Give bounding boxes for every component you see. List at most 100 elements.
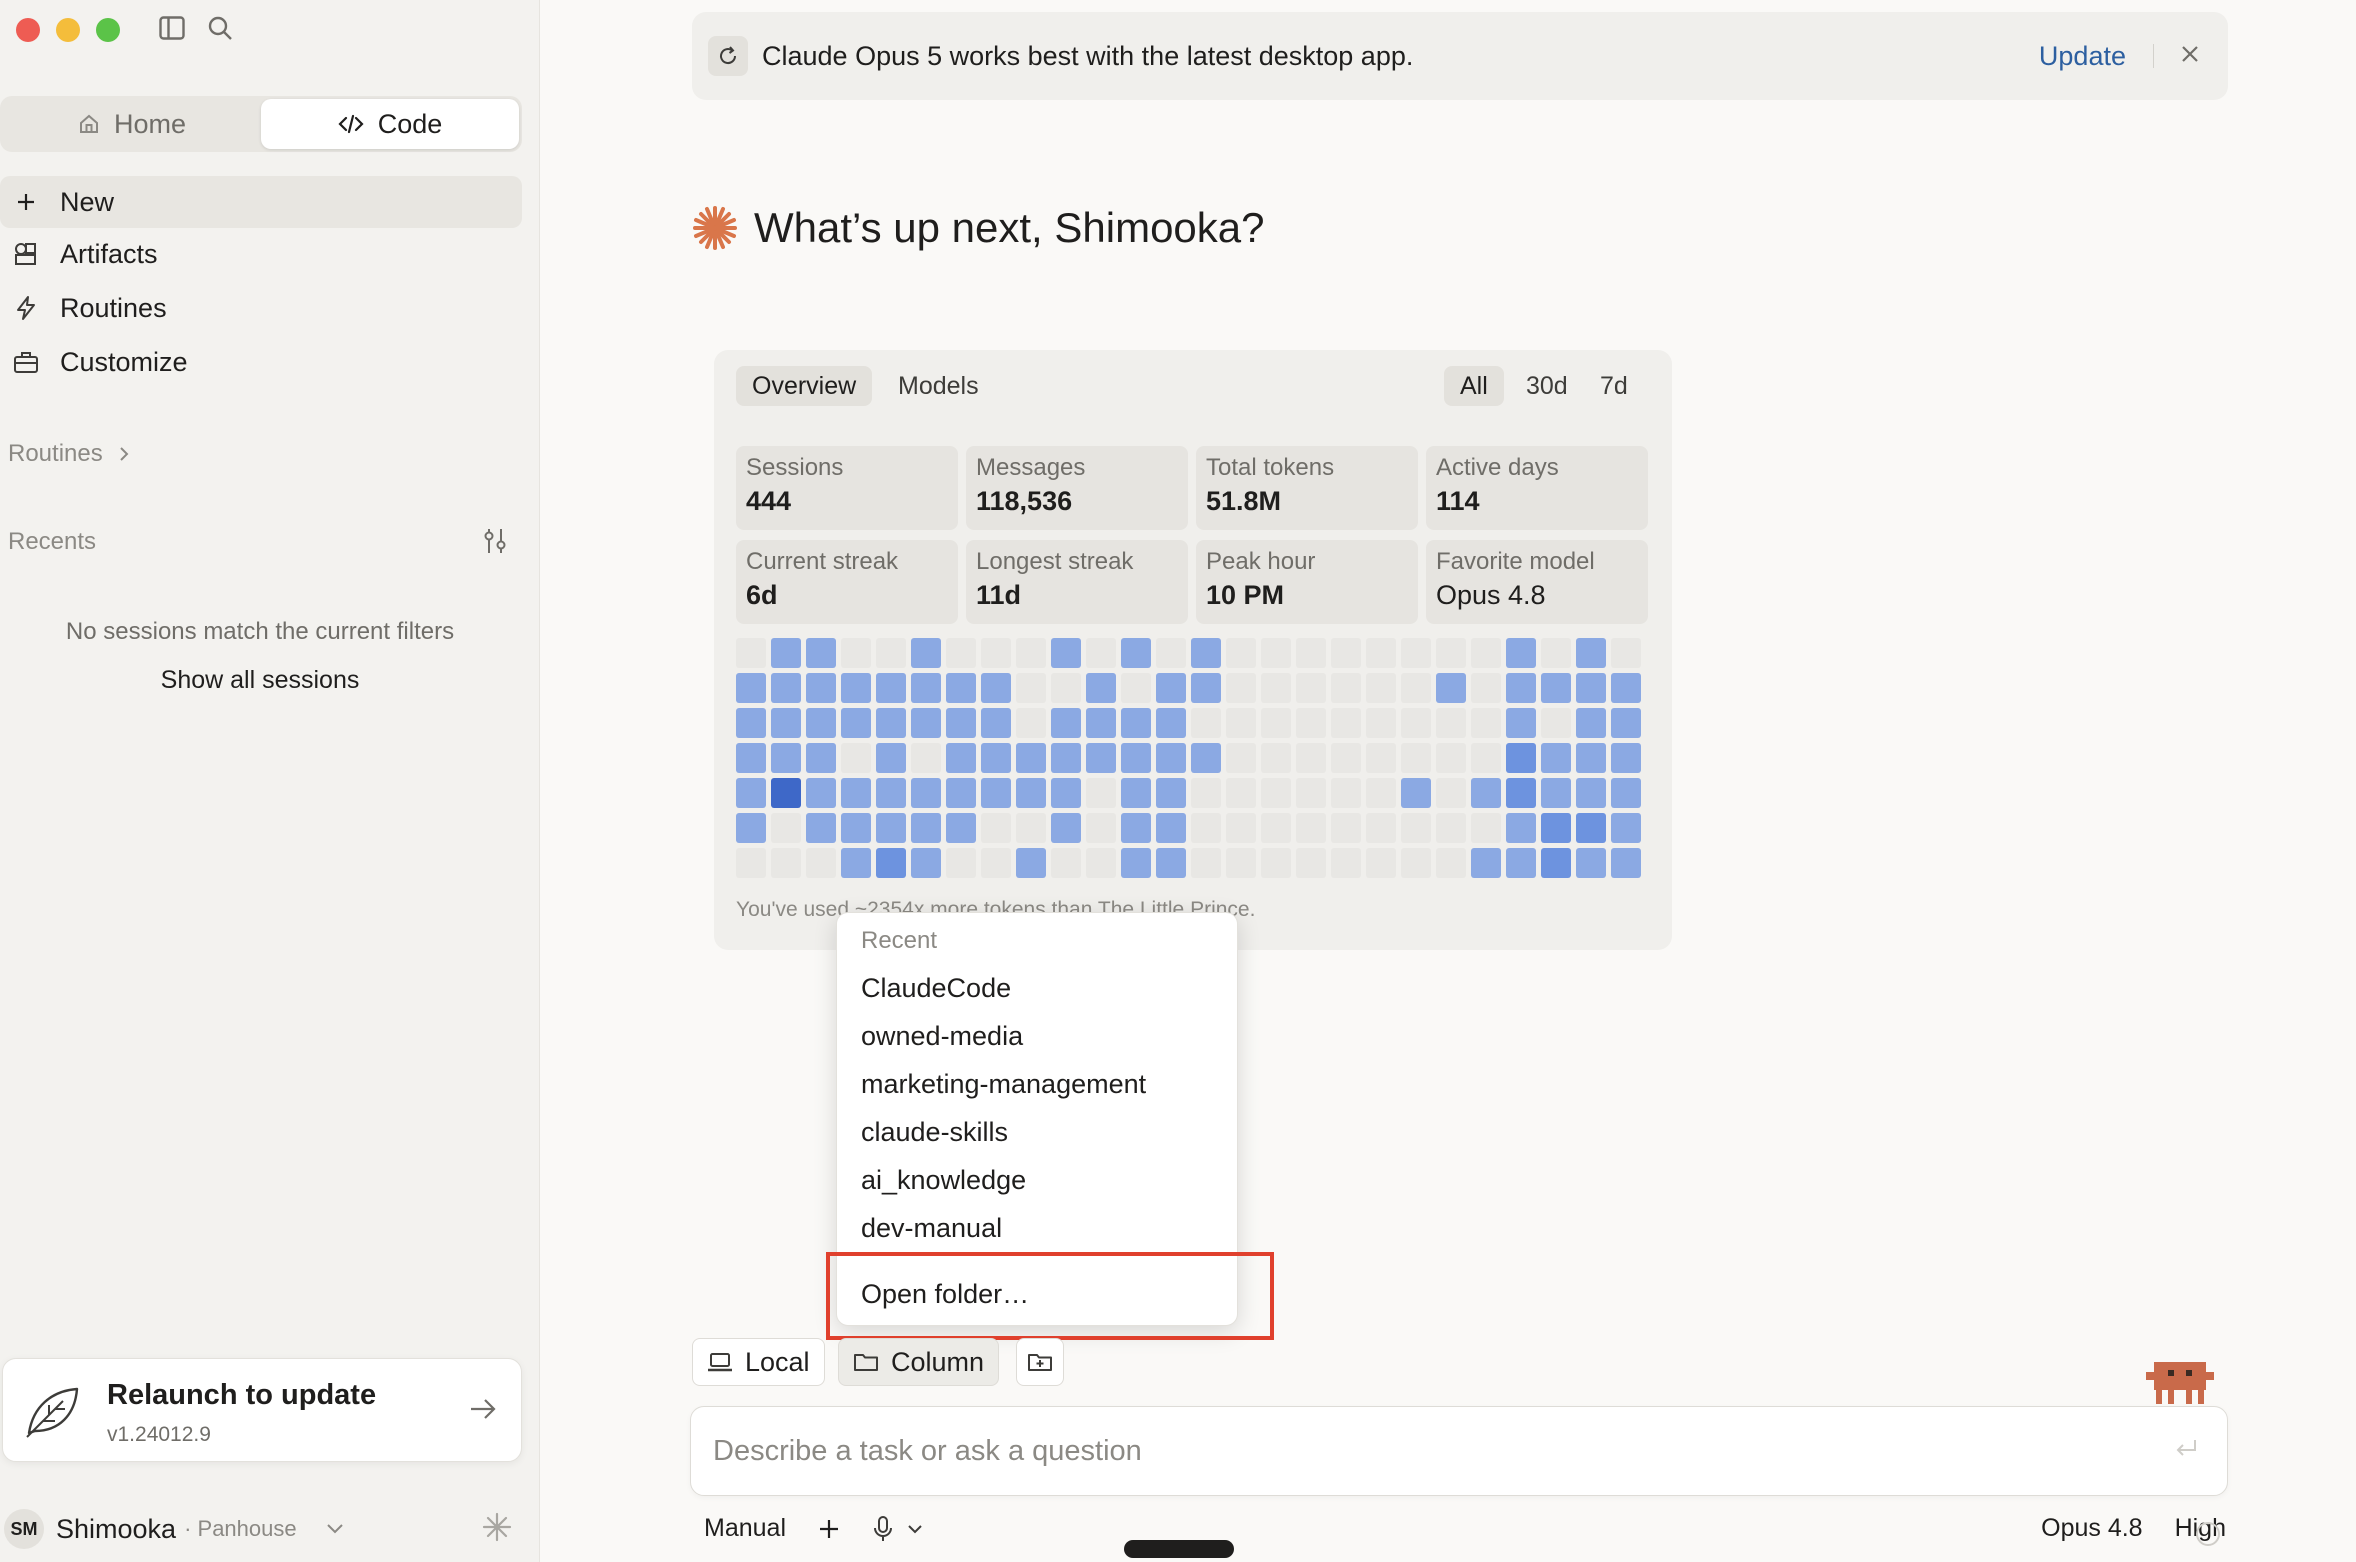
prompt-placeholder: Describe a task or ask a question <box>713 1435 1142 1467</box>
range-7d[interactable]: 7d <box>1584 366 1644 406</box>
heatmap-cell <box>806 743 836 773</box>
nav-artifacts[interactable]: Artifacts <box>0 228 522 280</box>
heatmap-cell <box>1331 708 1361 738</box>
recent-folder-item[interactable]: owned-media <box>861 1021 1023 1052</box>
heatmap-cell <box>1471 813 1501 843</box>
nav-customize[interactable]: Customize <box>0 336 522 388</box>
chevron-down-icon <box>326 1524 343 1534</box>
heatmap-cell <box>981 848 1011 878</box>
nav-routines[interactable]: Routines <box>0 282 522 334</box>
recent-folder-item[interactable]: dev-manual <box>861 1213 1002 1244</box>
prompt-composer[interactable]: Describe a task or ask a question <box>690 1406 2228 1496</box>
stat-value: 444 <box>746 486 792 516</box>
heatmap-cell <box>1226 708 1256 738</box>
heatmap-cell <box>806 848 836 878</box>
heatmap-cell <box>1541 743 1571 773</box>
heatmap-cell <box>1016 673 1046 703</box>
heatmap-cell <box>876 638 906 668</box>
folder-chip-label: Column <box>891 1346 985 1377</box>
mode-selector[interactable]: Manual <box>704 1514 786 1543</box>
folder-chip[interactable]: Column <box>838 1338 1000 1386</box>
minimize-window-button[interactable] <box>56 18 80 42</box>
heatmap-cell <box>1471 638 1501 668</box>
user-name: Shimooka <box>56 1513 177 1544</box>
stat-label: Total tokens <box>1206 454 1335 481</box>
heatmap-cell <box>1051 778 1081 808</box>
heatmap-cell <box>1506 778 1536 808</box>
range-all[interactable]: All <box>1444 366 1504 406</box>
recent-folder-item[interactable]: ClaudeCode <box>861 973 1011 1004</box>
close-window-button[interactable] <box>16 18 40 42</box>
heatmap-cell <box>1016 708 1046 738</box>
recent-folder-item[interactable]: marketing-management <box>861 1069 1146 1100</box>
voice-input-button[interactable] <box>872 1515 924 1543</box>
heatmap-cell <box>1541 813 1571 843</box>
stat-value: 118,536 <box>976 486 1073 516</box>
heatmap-cell <box>771 708 801 738</box>
sidebar-toggle-icon[interactable] <box>156 12 188 44</box>
local-chip[interactable]: Local <box>692 1338 825 1386</box>
stat-longest-streak: Longest streak 11d <box>966 540 1188 624</box>
add-folder-button[interactable] <box>1016 1338 1064 1386</box>
heatmap-cell <box>981 813 1011 843</box>
nav-new-label: New <box>60 186 115 217</box>
routines-section-header[interactable]: Routines <box>8 440 131 468</box>
relaunch-version: v1.24012.9 <box>107 1423 211 1446</box>
sparkle-icon[interactable] <box>482 1512 512 1542</box>
heatmap-cell <box>1261 813 1291 843</box>
show-all-sessions-link[interactable]: Show all sessions <box>0 666 520 695</box>
model-selector[interactable]: Opus 4.8 <box>2041 1514 2142 1543</box>
heatmap-cell <box>1191 848 1221 878</box>
tab-overview[interactable]: Overview <box>736 366 873 406</box>
recents-section-label: Recents <box>8 528 97 555</box>
heatmap-cell <box>1366 638 1396 668</box>
heatmap-cell <box>946 778 976 808</box>
maximize-window-button[interactable] <box>96 18 120 42</box>
heatmap-cell <box>841 778 871 808</box>
heatmap-cell <box>1051 848 1081 878</box>
heatmap-cell <box>981 673 1011 703</box>
relaunch-update-card[interactable]: Relaunch to update v1.24012.9 <box>2 1358 522 1462</box>
heatmap-cell <box>1261 673 1291 703</box>
tab-models[interactable]: Models <box>882 366 995 406</box>
heatmap-cell <box>1436 743 1466 773</box>
range-30d[interactable]: 30d <box>1510 366 1584 406</box>
plus-icon[interactable] <box>816 1516 842 1542</box>
search-icon[interactable] <box>204 12 236 44</box>
heatmap-cell <box>1611 673 1641 703</box>
close-icon[interactable] <box>2178 42 2202 66</box>
heatmap-cell <box>1541 848 1571 878</box>
tab-home[interactable]: Home <box>3 99 261 149</box>
heatmap-cell <box>1436 813 1466 843</box>
heatmap-cell <box>1331 673 1361 703</box>
heatmap-cell <box>841 673 871 703</box>
heatmap-cell <box>771 778 801 808</box>
heatmap-cell <box>1331 638 1361 668</box>
claude-spark-icon <box>693 206 737 250</box>
stat-value: 11d <box>976 580 1022 610</box>
heatmap-cell <box>1051 743 1081 773</box>
stat-label: Messages <box>976 454 1086 481</box>
heatmap-cell <box>806 638 836 668</box>
user-menu[interactable]: SM Shimooka · Panhouse <box>0 1508 520 1550</box>
filter-icon[interactable] <box>480 526 510 561</box>
recent-folder-item[interactable]: claude-skills <box>861 1117 1008 1148</box>
heatmap-cell <box>1506 708 1536 738</box>
enter-icon[interactable] <box>2173 1437 2199 1461</box>
update-link[interactable]: Update <box>2039 41 2126 72</box>
sidebar: Home Code New Artifacts Routines Customi… <box>0 0 540 1562</box>
heatmap-cell <box>1611 638 1641 668</box>
tab-code[interactable]: Code <box>261 99 519 149</box>
stat-total-tokens: Total tokens 51.8M <box>1196 446 1418 530</box>
heatmap-cell <box>1541 708 1571 738</box>
heatmap-cell <box>1156 673 1186 703</box>
recent-folder-item[interactable]: ai_knowledge <box>861 1165 1026 1196</box>
heatmap-cell <box>1296 673 1326 703</box>
stat-label: Sessions <box>746 454 844 481</box>
nav-new[interactable]: New <box>0 176 522 228</box>
heatmap-cell <box>1576 848 1606 878</box>
heatmap-cell <box>1401 708 1431 738</box>
heatmap-cell <box>1611 743 1641 773</box>
heatmap-cell <box>771 848 801 878</box>
update-banner: Claude Opus 5 works best with the latest… <box>692 12 2228 100</box>
